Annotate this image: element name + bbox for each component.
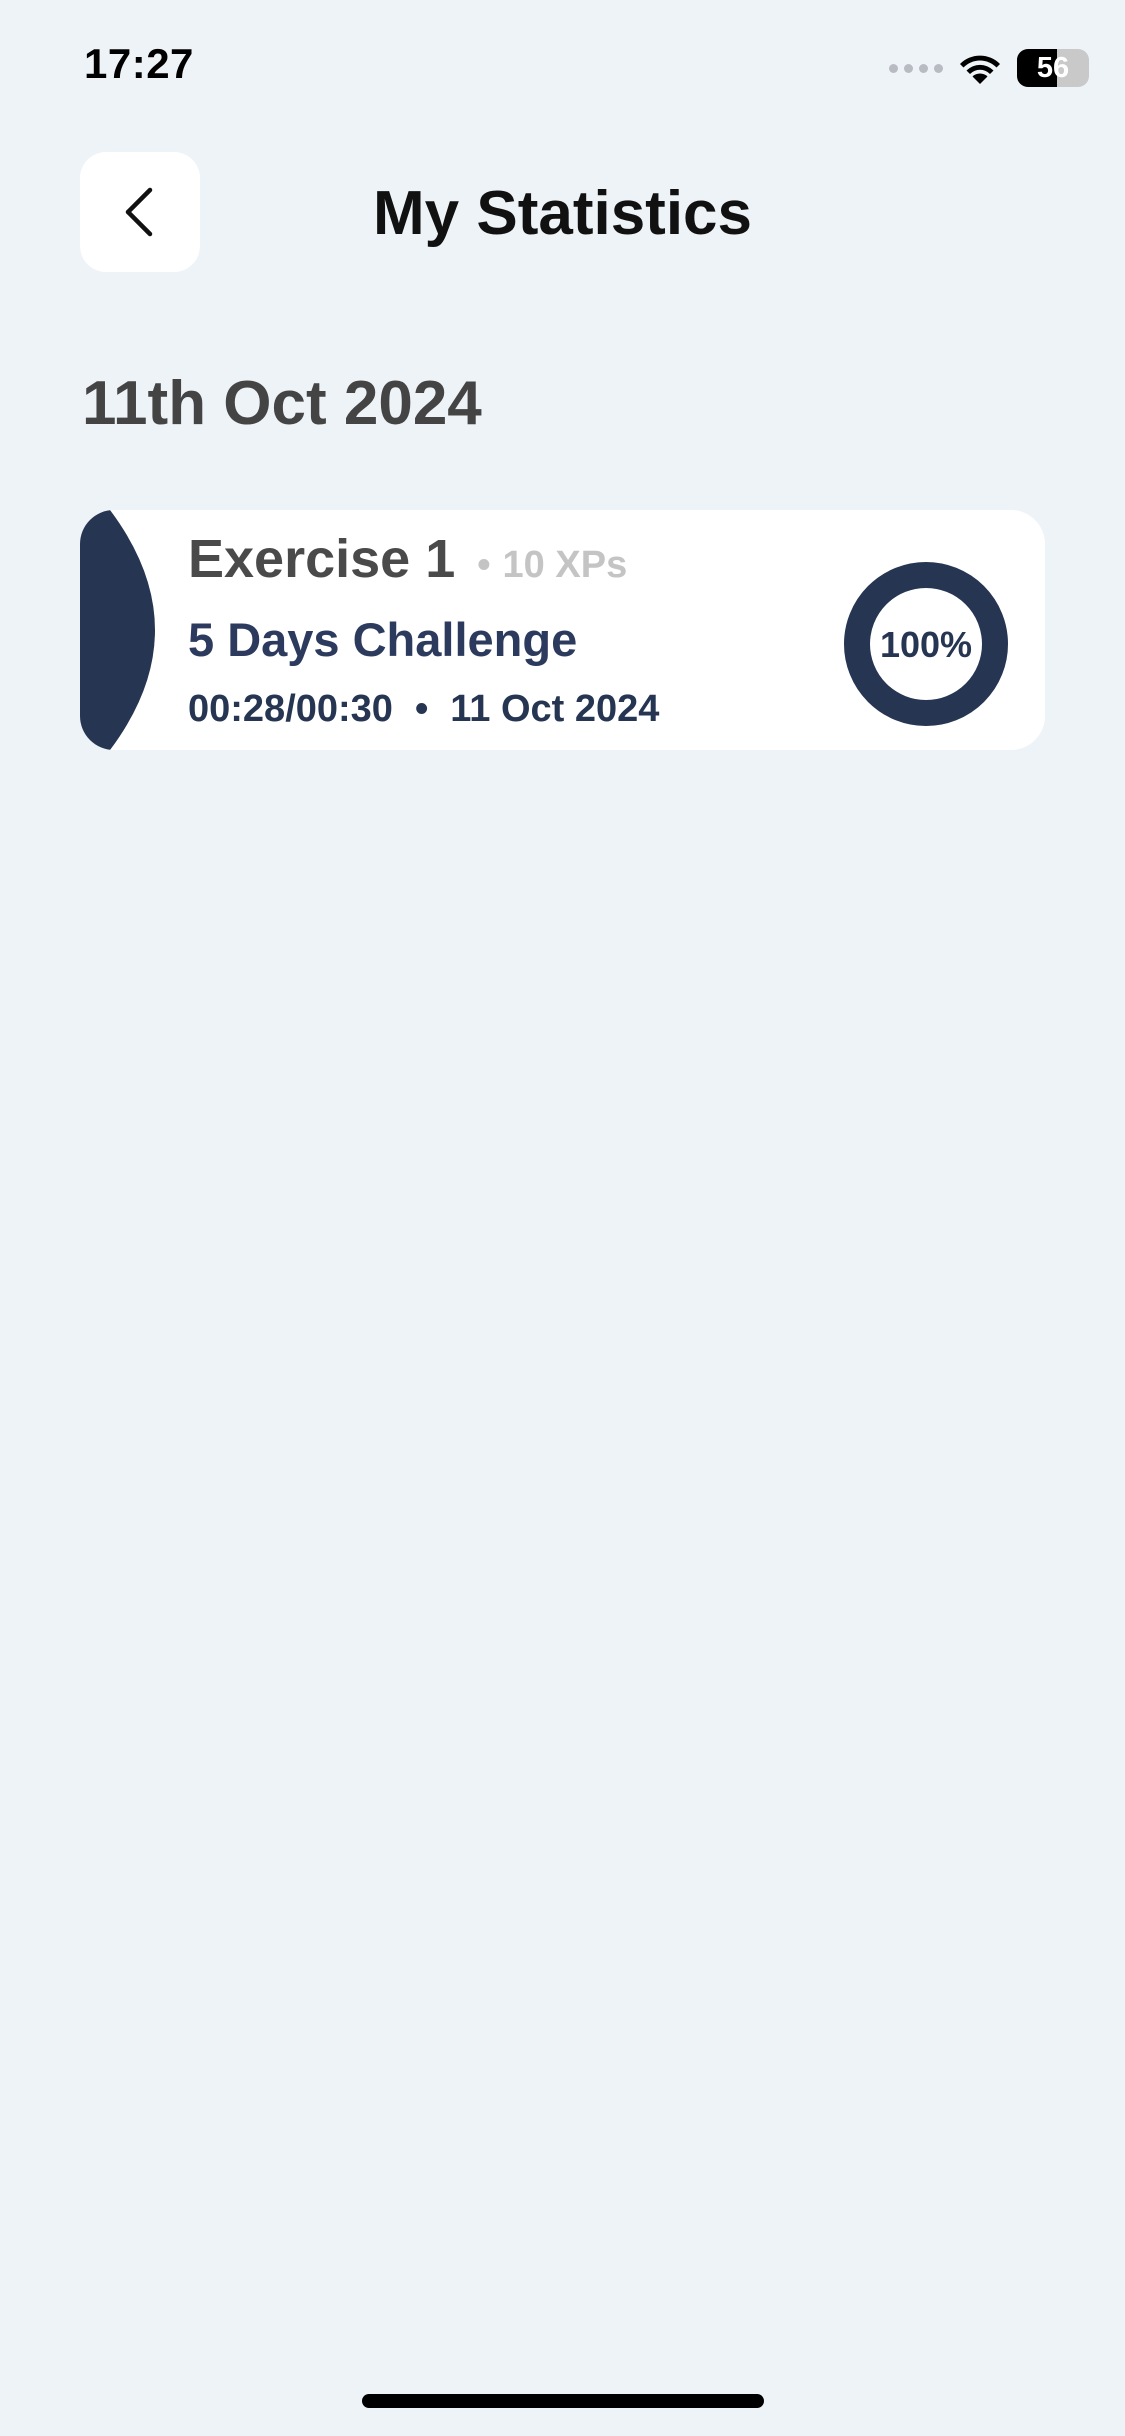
card-accent-shape (80, 510, 155, 750)
page-title: My Statistics (372, 179, 753, 248)
xp-value: 10 XPs (502, 544, 628, 586)
battery-icon: 56 (1017, 49, 1089, 87)
exercise-subtitle: 5 Days Challenge (188, 613, 578, 666)
exercise-card[interactable]: Exercise 1 • 10 XPs 5 Days Challenge 00:2… (80, 510, 1045, 750)
exercise-title: Exercise 1 (188, 529, 456, 589)
exercise-date: 11 Oct 2024 (450, 688, 660, 730)
progress-ring: 100% (844, 562, 1008, 726)
exercise-meta: 00:28/00:30 • 11 Oct 2024 (188, 688, 659, 731)
xp-separator: • (477, 544, 491, 586)
home-indicator[interactable] (362, 2394, 764, 2408)
status-icons: 56 (889, 46, 1089, 90)
exercise-duration: 00:28/00:30 (188, 688, 393, 730)
wifi-icon (960, 55, 1000, 84)
status-time: 17:27 (84, 40, 194, 87)
exercise-title-row: Exercise 1 • 10 XPs (188, 528, 627, 590)
exercise-xp: • 10 XPs (477, 544, 627, 587)
section-date-heading: 11th Oct 2024 (82, 369, 482, 438)
battery-level: 56 (1036, 51, 1070, 84)
meta-separator: • (414, 688, 429, 730)
cellular-signal-icon (889, 63, 943, 73)
progress-label: 100% (880, 624, 972, 665)
